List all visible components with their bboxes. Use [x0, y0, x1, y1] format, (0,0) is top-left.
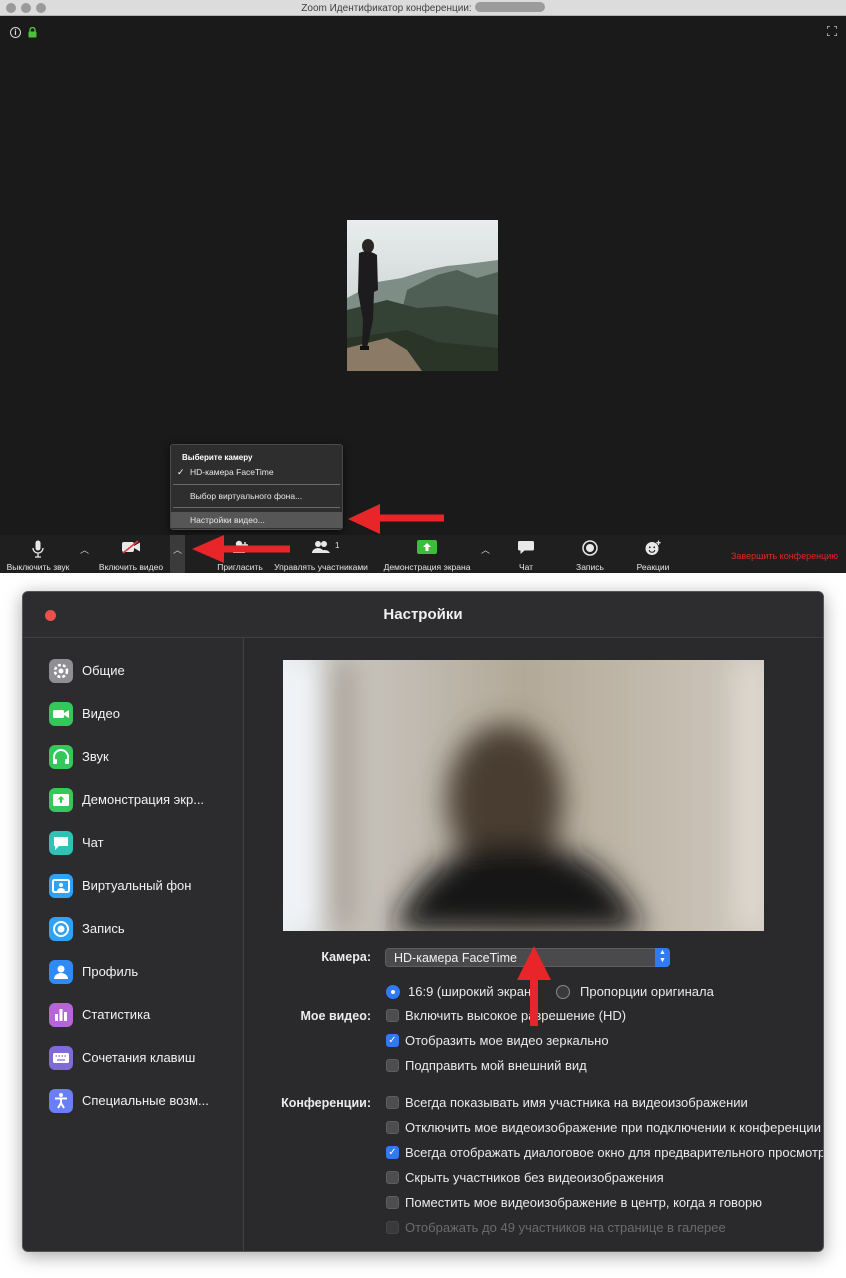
camera-menu-header: Выберите камеру: [182, 453, 253, 462]
settings-title: Настройки: [383, 606, 463, 623]
sidebar-item-profile[interactable]: Профиль: [49, 960, 239, 984]
mute-button[interactable]: Выключить звук: [2, 535, 74, 573]
virtual-bg-icon: [49, 874, 73, 898]
video-icon: [49, 702, 73, 726]
annotation-arrow-camera: [517, 946, 551, 1026]
smiley-icon: [645, 540, 661, 555]
statistics-icon: [49, 1003, 73, 1027]
gear-icon: [49, 659, 73, 683]
start-video-button[interactable]: Включить видео: [94, 535, 168, 573]
settings-sidebar: Общие Видео Звук Демонстрация экр... Чат: [23, 638, 244, 1251]
sidebar-item-general[interactable]: Общие: [49, 659, 239, 683]
redacted-meeting-id: [474, 2, 545, 12]
menu-item-virtual-background[interactable]: Выбор виртуального фона...: [171, 491, 342, 501]
sidebar-item-audio[interactable]: Звук: [49, 745, 239, 769]
record-button[interactable]: Запись: [568, 535, 612, 573]
participants-icon: [312, 541, 330, 553]
meeting-option[interactable]: Всегда показывать имя участника на видео…: [386, 1095, 823, 1111]
meeting-option[interactable]: Отключить мое видеоизображение при подкл…: [386, 1120, 823, 1136]
info-icon[interactable]: i: [10, 27, 21, 38]
radio-wide-16-9[interactable]: [386, 985, 400, 999]
meeting-option-checkbox: [386, 1221, 399, 1234]
meetings-label: Конференции:: [281, 1096, 371, 1110]
annotation-arrow-caret: [192, 535, 290, 563]
video-options-caret[interactable]: ︿: [170, 535, 185, 573]
share-options-caret[interactable]: ︿: [481, 543, 490, 556]
meeting-option-checkbox[interactable]: [386, 1196, 399, 1209]
settings-header: Настройки: [23, 592, 823, 638]
video-off-icon: [122, 540, 140, 554]
microphone-icon: [32, 540, 44, 558]
meeting-option[interactable]: ✓ Всегда отображать диалоговое окно для …: [386, 1145, 823, 1161]
sidebar-item-virtual-background[interactable]: Виртуальный фон: [49, 874, 239, 898]
menu-item-video-settings[interactable]: Настройки видео...: [171, 512, 342, 528]
accessibility-icon: [49, 1089, 73, 1113]
window-title-bar: Zoom Идентификатор конференции:: [0, 2, 846, 14]
participants-count: 1: [335, 541, 340, 550]
camera-preview-image: [283, 660, 764, 931]
fullscreen-icon[interactable]: [827, 26, 837, 36]
checkmark-icon: ✓: [177, 467, 185, 477]
camera-menu: Выберите камеру ✓ HD-камера FaceTime Выб…: [170, 444, 343, 530]
touch-up-option[interactable]: Подправить мой внешний вид: [386, 1058, 806, 1074]
touch-up-checkbox[interactable]: [386, 1059, 399, 1072]
chat-button[interactable]: Чат: [505, 535, 547, 573]
window-title: Zoom Идентификатор конференции:: [301, 3, 472, 14]
mirror-checkbox[interactable]: ✓: [386, 1034, 399, 1047]
camera-label: Камера:: [321, 950, 371, 964]
hd-checkbox[interactable]: [386, 1009, 399, 1022]
sidebar-item-record[interactable]: Запись: [49, 917, 239, 941]
sidebar-item-share-screen[interactable]: Демонстрация экр...: [49, 788, 239, 812]
meeting-option[interactable]: Скрыть участников без видеоизображения: [386, 1170, 823, 1186]
meeting-option-checkbox[interactable]: [386, 1096, 399, 1109]
sidebar-item-chat[interactable]: Чат: [49, 831, 239, 855]
my-video-label: Мое видео:: [300, 1009, 371, 1023]
meeting-option[interactable]: Поместить мое видеоизображение в центр, …: [386, 1195, 823, 1211]
meeting-option-checkbox[interactable]: [386, 1171, 399, 1184]
reactions-button[interactable]: Реакции: [628, 535, 678, 573]
select-stepper-icon: ▲ ▼: [655, 948, 670, 967]
end-meeting-button[interactable]: Завершить конференцию: [731, 551, 838, 561]
meeting-option-disabled: Отображать до 49 участников на странице …: [386, 1220, 823, 1236]
share-screen-icon: [417, 540, 437, 554]
mirror-option[interactable]: ✓ Отобразить мое видео зеркально: [386, 1033, 806, 1049]
record-icon: [582, 540, 598, 556]
profile-icon: [49, 960, 73, 984]
menu-separator: [173, 484, 340, 485]
sidebar-item-video[interactable]: Видео: [49, 702, 239, 726]
menu-separator: [173, 507, 340, 508]
headphones-icon: [49, 745, 73, 769]
aspect-ratio-group: 16:9 (широкий экран) Пропорции оригинала: [386, 984, 766, 1000]
hd-option[interactable]: Включить высокое разрешение (HD): [386, 1008, 806, 1024]
lock-icon: [28, 27, 37, 38]
annotation-arrow-settings: [348, 504, 444, 534]
audio-options-caret[interactable]: ︿: [80, 543, 89, 556]
participant-video-tile: [347, 220, 498, 371]
meeting-option-checkbox[interactable]: ✓: [386, 1146, 399, 1159]
camera-preview: [283, 660, 764, 931]
chat-icon: [518, 541, 534, 554]
chat-icon: [49, 831, 73, 855]
share-screen-icon: [49, 788, 73, 812]
sidebar-item-keyboard-shortcuts[interactable]: Сочетания клавиш: [49, 1046, 239, 1070]
share-screen-button[interactable]: Демонстрация экрана: [378, 535, 476, 573]
video-settings-panel: Камера: HD-камера FaceTime ▲ ▼ 16:9 (широ…: [245, 638, 823, 1251]
radio-original-ratio[interactable]: [556, 985, 570, 999]
meeting-window: Zoom Идентификатор конференции: i Выбери…: [0, 0, 846, 573]
menu-item-facetime-camera[interactable]: ✓ HD-камера FaceTime: [171, 467, 342, 477]
participant-photo: [347, 220, 498, 371]
meeting-option-checkbox[interactable]: [386, 1121, 399, 1134]
sidebar-item-statistics[interactable]: Статистика: [49, 1003, 239, 1027]
titlebar: Zoom Идентификатор конференции:: [0, 0, 846, 16]
record-icon: [49, 917, 73, 941]
settings-window: Настройки Общие Видео Звук Демонстрация …: [22, 591, 824, 1252]
sidebar-item-accessibility[interactable]: Специальные возм...: [49, 1089, 239, 1113]
keyboard-icon: [49, 1046, 73, 1070]
